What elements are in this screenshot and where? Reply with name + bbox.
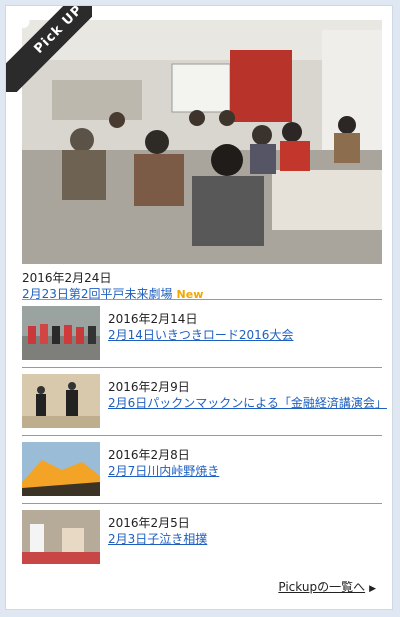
list-item: 2016年2月8日 2月7日川内峠野焼き (22, 442, 382, 496)
list-item-date: 2016年2月5日 (108, 516, 190, 530)
list-item-date: 2016年2月14日 (108, 312, 198, 326)
pickup-panel: Pick UP 2016年2月24日 2月23日第2回平戸未来劇場 New 20… (6, 6, 392, 609)
list-item: 2016年2月5日 2月3日子泣き相撲 (22, 510, 382, 564)
list-item-date: 2016年2月8日 (108, 448, 190, 462)
list-item-date: 2016年2月9日 (108, 380, 190, 394)
list-item-link[interactable]: 2月14日いきつきロード2016大会 (108, 328, 293, 342)
list-item-link[interactable]: 2月7日川内峠野焼き (108, 464, 219, 478)
divider (22, 299, 382, 300)
bird-icon (16, 13, 37, 34)
pickup-list-link: Pickupの一覧へ ▶ (278, 578, 376, 595)
divider (22, 503, 382, 504)
triangle-right-icon: ▶ (369, 584, 376, 594)
list-item-link[interactable]: 2月6日パックンマックンによる「金融経済講演会」 (108, 396, 387, 410)
featured-date: 2016年2月24日 (22, 271, 112, 285)
list-item-title: 2月6日パックンマックンによる「金融経済講演会」 (108, 394, 387, 411)
list-item-thumbnail[interactable] (22, 306, 100, 360)
pickup-ribbon: Pick UP (6, 6, 92, 92)
list-item-thumbnail[interactable] (22, 442, 100, 496)
list-item-thumbnail[interactable] (22, 510, 100, 564)
list-item-link[interactable]: 2月3日子泣き相撲 (108, 532, 207, 546)
list-item-thumbnail[interactable] (22, 374, 100, 428)
list-item-title: 2月3日子泣き相撲 (108, 530, 207, 547)
divider (22, 367, 382, 368)
divider (22, 435, 382, 436)
more-link[interactable]: Pickupの一覧へ (278, 580, 365, 594)
list-item-title: 2月7日川内峠野焼き (108, 462, 219, 479)
list-item: 2016年2月14日 2月14日いきつきロード2016大会 (22, 306, 382, 360)
list-item: 2016年2月9日 2月6日パックンマックンによる「金融経済講演会」 (22, 374, 387, 428)
list-item-title: 2月14日いきつきロード2016大会 (108, 326, 293, 343)
